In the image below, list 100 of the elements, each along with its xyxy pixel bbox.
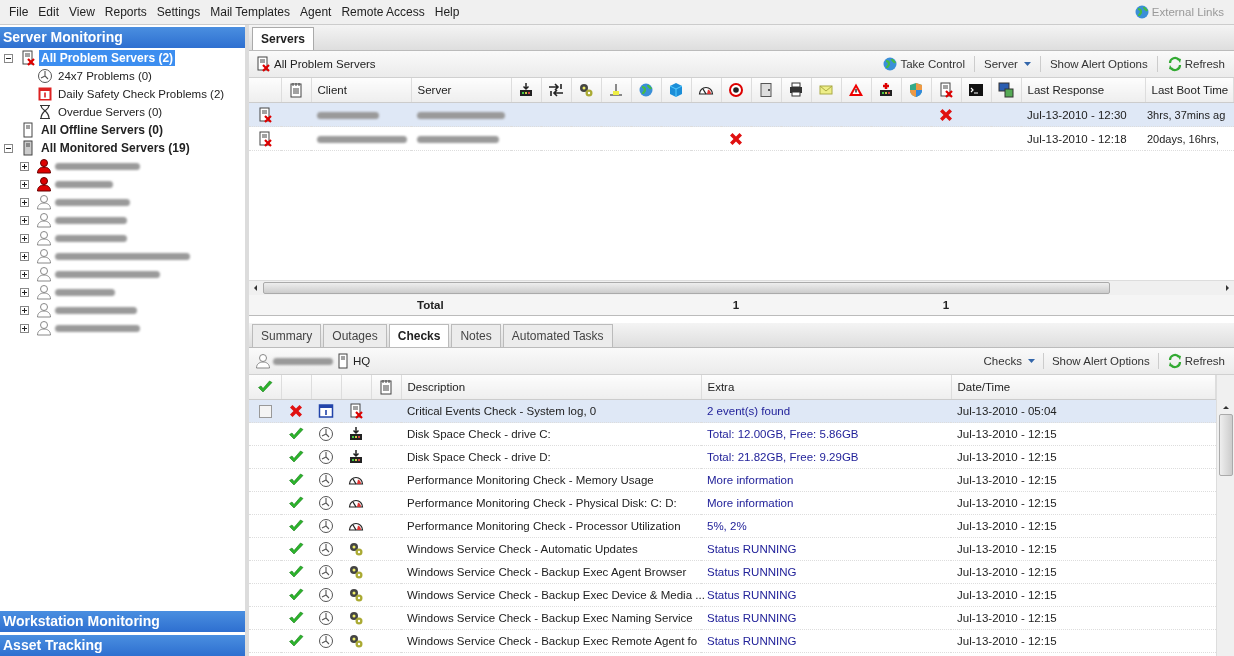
table-cell: Jul-13-2010 - 12:30 bbox=[1021, 102, 1145, 127]
table-cell: Disk Space Check - drive D: bbox=[401, 445, 701, 469]
menu-item[interactable]: Help bbox=[429, 5, 465, 19]
table-row[interactable]: Windows Service Check - Backup Exec Remote Agent fo Status RUNNING Jul-13-2010 - 12:15 bbox=[249, 629, 1216, 653]
total-value: 1 bbox=[721, 295, 751, 315]
panel-header[interactable]: Server Monitoring bbox=[0, 27, 245, 48]
toolbar-button[interactable]: Show Alert Options bbox=[1046, 58, 1151, 70]
menu-item[interactable]: Agent bbox=[295, 5, 337, 19]
table-row[interactable]: Disk Space Check - drive C: Total: 12.00GB, Free: 5.86GB Jul-13-2010 - 12:15 bbox=[249, 422, 1216, 446]
menu-item[interactable]: File bbox=[4, 5, 34, 19]
menu-item[interactable]: Edit bbox=[33, 5, 65, 19]
menu-button[interactable]: Server bbox=[981, 58, 1034, 70]
toolbar-button[interactable]: Refresh bbox=[1163, 56, 1228, 72]
toolbar-title: All Problem Servers bbox=[274, 58, 376, 70]
column-header[interactable]: Extra bbox=[701, 375, 951, 400]
link[interactable]: 2 event(s) found bbox=[707, 405, 791, 417]
collapse-icon[interactable] bbox=[4, 53, 13, 63]
tab[interactable]: Outages bbox=[323, 324, 387, 347]
expand-icon[interactable] bbox=[20, 197, 29, 207]
table-row[interactable]: Windows Service Check - Backup Exec Agent Browser Status RUNNING Jul-13-2010 - 12:15 bbox=[249, 560, 1216, 584]
link[interactable]: Status RUNNING bbox=[707, 543, 797, 555]
warning-icon bbox=[848, 82, 864, 98]
column-header[interactable]: Server bbox=[411, 78, 511, 103]
door-icon bbox=[758, 82, 774, 98]
event-log-icon bbox=[938, 82, 954, 98]
blurred-text bbox=[273, 357, 333, 365]
scroll-thumb[interactable] bbox=[1218, 414, 1233, 476]
table-cell: Performance Monitoring Check - Processor Utilization bbox=[401, 514, 701, 538]
collapse-icon[interactable] bbox=[4, 143, 13, 153]
notepad-icon bbox=[288, 82, 304, 98]
expand-icon[interactable] bbox=[20, 161, 29, 171]
table-row[interactable]: Jul-13-2010 - 12:30 3hrs, 37mins ag bbox=[249, 102, 1234, 127]
panel-header[interactable]: Asset Tracking bbox=[0, 635, 245, 656]
link[interactable]: Status RUNNING bbox=[707, 635, 797, 647]
toolbar-button[interactable]: Refresh bbox=[1163, 353, 1228, 369]
link[interactable]: Status RUNNING bbox=[707, 589, 797, 601]
tree-item[interactable]: Overdue Servers (0) bbox=[56, 105, 165, 119]
tab[interactable]: Servers bbox=[252, 27, 315, 50]
menu-item[interactable]: Mail Templates bbox=[205, 5, 296, 19]
cube-icon bbox=[668, 82, 684, 98]
expand-icon[interactable] bbox=[20, 287, 29, 297]
link[interactable]: More information bbox=[707, 497, 794, 509]
table-cell: Windows Service Check - Automatic Updates bbox=[401, 537, 701, 561]
expand-icon[interactable] bbox=[20, 251, 29, 261]
table-cell: Performance Monitoring Check - Physical Disk: C: D: bbox=[401, 491, 701, 515]
toolbar-button[interactable]: Take Control bbox=[879, 56, 969, 72]
tab[interactable]: Automated Tasks bbox=[502, 324, 613, 347]
table-cell: Jul-13-2010 - 12:15 bbox=[951, 583, 1216, 607]
table-row[interactable]: Performance Monitoring Check - Processor Utilization 5%, 2% Jul-13-2010 - 12:15 bbox=[249, 514, 1216, 538]
menu-item[interactable]: View bbox=[64, 5, 100, 19]
table-row[interactable]: Performance Monitoring Check - Memory Usage More information Jul-13-2010 - 12:15 bbox=[249, 468, 1216, 492]
scroll-thumb[interactable] bbox=[263, 282, 1110, 294]
disk-add-icon bbox=[878, 82, 894, 98]
event-log-icon bbox=[257, 106, 273, 123]
panel-header[interactable]: Workstation Monitoring bbox=[0, 611, 245, 632]
vertical-scrollbar[interactable] bbox=[1216, 375, 1234, 656]
column-header[interactable]: Date/Time bbox=[951, 375, 1216, 400]
server-icon bbox=[20, 140, 36, 156]
expand-icon[interactable] bbox=[20, 233, 29, 243]
tree-item[interactable]: All Monitored Servers (19) bbox=[39, 140, 192, 156]
link[interactable]: More information bbox=[707, 474, 794, 486]
menu-item[interactable]: Reports bbox=[99, 5, 152, 19]
caret-icon bbox=[1023, 62, 1031, 66]
table-row[interactable]: Performance Monitoring Check - Physical Disk: C: D: More information Jul-13-2010 - 12:15 bbox=[249, 491, 1216, 515]
tree-item[interactable]: Daily Safety Check Problems (2) bbox=[56, 87, 227, 101]
tab[interactable]: Summary bbox=[252, 324, 322, 347]
column-header[interactable]: Client bbox=[311, 78, 411, 103]
table-row[interactable]: Jul-13-2010 - 12:18 20days, 16hrs, bbox=[249, 126, 1234, 151]
expand-icon[interactable] bbox=[20, 215, 29, 225]
link[interactable]: 5%, 2% bbox=[707, 520, 747, 532]
expand-icon[interactable] bbox=[20, 179, 29, 189]
column-header[interactable]: Description bbox=[401, 375, 701, 400]
gears-icon bbox=[578, 82, 594, 98]
table-row[interactable]: Windows Service Check - Backup Exec Device & Media ... Status RUNNING Jul-13-2010 - 12:15 bbox=[249, 583, 1216, 607]
expand-icon[interactable] bbox=[20, 323, 29, 333]
tree-item[interactable]: 24x7 Problems (0) bbox=[56, 69, 154, 83]
link[interactable]: Total: 12.00GB, Free: 5.86GB bbox=[707, 428, 859, 440]
globe-icon bbox=[1133, 4, 1150, 20]
toolbar-button[interactable]: Show Alert Options bbox=[1048, 355, 1153, 367]
link[interactable]: Status RUNNING bbox=[707, 612, 797, 624]
horizontal-scrollbar[interactable] bbox=[249, 280, 1234, 295]
table-row[interactable]: Windows Service Check - Backup Exec Naming Service Status RUNNING Jul-13-2010 - 12:15 bbox=[249, 606, 1216, 630]
column-header[interactable]: Last Response bbox=[1021, 78, 1145, 103]
menu-button[interactable]: Checks bbox=[980, 355, 1038, 367]
table-cell: Jul-13-2010 - 12:15 bbox=[951, 514, 1216, 538]
column-header[interactable]: Last Boot Time bbox=[1145, 78, 1234, 103]
link[interactable]: Total: 21.82GB, Free: 9.29GB bbox=[707, 451, 859, 463]
table-cell: Jul-13-2010 - 12:15 bbox=[951, 491, 1216, 515]
tree-item[interactable]: All Offline Servers (0) bbox=[39, 122, 166, 138]
table-row[interactable]: Critical Events Check - System log, 0 2 event(s) found Jul-13-2010 - 05:04 bbox=[249, 399, 1216, 423]
tab[interactable]: Checks bbox=[388, 324, 450, 347]
menu-item[interactable]: Remote Access bbox=[336, 5, 430, 19]
link[interactable]: Status RUNNING bbox=[707, 566, 797, 578]
menu-item[interactable]: Settings bbox=[151, 5, 206, 19]
table-row[interactable]: Disk Space Check - drive D: Total: 21.82GB, Free: 9.29GB Jul-13-2010 - 12:15 bbox=[249, 445, 1216, 469]
checkbox[interactable] bbox=[258, 404, 272, 418]
tab[interactable]: Notes bbox=[451, 324, 501, 347]
expand-icon[interactable] bbox=[20, 305, 29, 315]
expand-icon[interactable] bbox=[20, 269, 29, 279]
table-row[interactable]: Windows Service Check - Automatic Updates Status RUNNING Jul-13-2010 - 12:15 bbox=[249, 537, 1216, 561]
